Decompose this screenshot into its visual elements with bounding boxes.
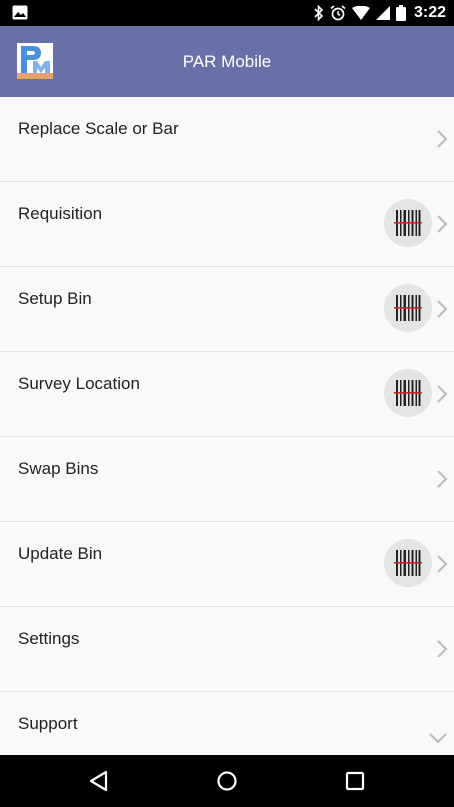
menu-item-label: Swap Bins xyxy=(18,459,99,478)
barcode-scan-button[interactable] xyxy=(384,539,432,587)
bluetooth-icon xyxy=(314,5,324,21)
menu-list: Replace Scale or Bar Requisition Setup Bin… xyxy=(0,97,454,755)
chevron-right-icon xyxy=(437,640,448,658)
barcode-scan-button[interactable] xyxy=(384,199,432,247)
menu-item[interactable]: Replace Scale or Bar xyxy=(0,97,454,182)
menu-item-label: Support xyxy=(18,714,78,733)
chevron-right-icon xyxy=(437,470,448,488)
chevron-right-icon xyxy=(437,130,448,148)
menu-item[interactable]: Swap Bins xyxy=(0,437,454,522)
image-icon xyxy=(12,5,28,20)
barcode-scan-button[interactable] xyxy=(384,369,432,417)
battery-icon xyxy=(395,5,406,21)
barcode-icon xyxy=(394,295,422,321)
menu-item-label: Replace Scale or Bar xyxy=(18,119,179,138)
home-icon[interactable] xyxy=(215,769,239,793)
menu-item[interactable]: Setup Bin xyxy=(0,267,454,352)
chevron-right-icon xyxy=(437,215,448,233)
app-bar: PAR Mobile xyxy=(0,26,454,97)
menu-item-label: Setup Bin xyxy=(18,289,92,308)
signal-icon xyxy=(375,6,390,20)
chevron-right-icon xyxy=(437,300,448,318)
barcode-icon xyxy=(394,210,422,236)
chevron-down-icon xyxy=(429,733,447,744)
menu-item-label: Settings xyxy=(18,629,80,648)
menu-item[interactable]: Settings xyxy=(0,607,454,692)
barcode-scan-button[interactable] xyxy=(384,284,432,332)
status-bar: 3:22 xyxy=(0,0,454,26)
menu-item-label: Update Bin xyxy=(18,544,103,563)
alarm-icon xyxy=(330,5,346,21)
chevron-right-icon xyxy=(437,555,448,573)
menu-item[interactable]: Survey Location xyxy=(0,352,454,437)
menu-item[interactable]: Requisition xyxy=(0,182,454,267)
status-time: 3:22 xyxy=(413,4,446,21)
menu-item[interactable]: Support xyxy=(0,692,454,755)
wifi-icon xyxy=(351,6,370,20)
app-title: PAR Mobile xyxy=(182,52,272,71)
back-icon[interactable] xyxy=(87,769,111,793)
menu-item-label: Requisition xyxy=(18,204,103,223)
menu-item-label: Survey Location xyxy=(18,374,140,393)
navigation-bar xyxy=(0,755,454,807)
barcode-icon xyxy=(394,380,422,406)
menu-item[interactable]: Update Bin xyxy=(0,522,454,607)
chevron-right-icon xyxy=(437,385,448,403)
recents-icon[interactable] xyxy=(343,769,367,793)
barcode-icon xyxy=(394,550,422,576)
